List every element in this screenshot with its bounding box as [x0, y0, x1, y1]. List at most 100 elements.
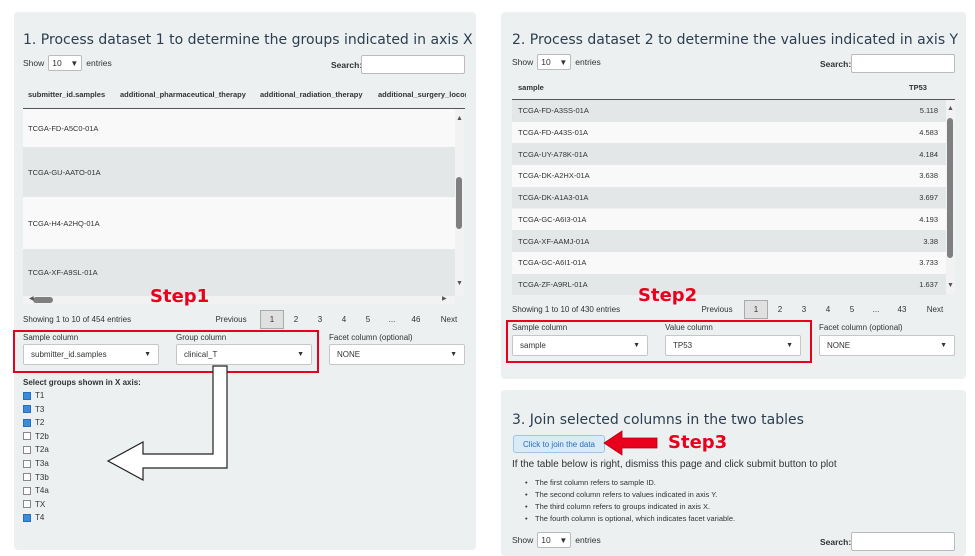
page-button[interactable]: 3 [792, 305, 816, 314]
entries-label: entries [86, 58, 112, 68]
page-button[interactable]: 5 [840, 305, 864, 314]
table-row[interactable]: TCGA-UY-A78K-01A 4.184 [512, 143, 946, 166]
cell-sample: TCGA-ZF-A9RL-01A [518, 279, 588, 289]
group-checkbox-item[interactable]: T2 [23, 418, 44, 427]
scroll-up-icon[interactable]: ▲ [947, 105, 954, 112]
group-checkbox-item[interactable]: T3 [23, 405, 44, 414]
table-row[interactable]: TCGA-DK-A1A3-01A 3.697 [512, 186, 946, 209]
chevron-down-icon: ▼ [70, 58, 79, 68]
table-row[interactable]: TCGA-FD-A43S-01A 4.583 [512, 121, 946, 144]
table-row[interactable]: TCGA-GC-A6I1-01A 3.733 [512, 251, 946, 274]
vertical-scrollbar[interactable] [455, 109, 464, 296]
page-ellipsis: ... [388, 315, 396, 324]
checkbox[interactable] [23, 432, 31, 441]
facet-column-select[interactable]: NONE ▼ [329, 344, 465, 365]
table-row[interactable]: TCGA-XF-AAMJ-01A 3.38 [512, 230, 946, 252]
table-row[interactable]: TCGA-H4-A2HQ-01A [23, 197, 455, 249]
page-button[interactable]: 4 [816, 305, 840, 314]
cell-sample-id: TCGA-GU-AATO-01A [28, 167, 101, 177]
checkbox-label: T4 [35, 513, 45, 523]
column-header[interactable]: additional_radiation_therapy [260, 90, 363, 99]
table-row[interactable]: TCGA-FD-A3SS-01A 5.118 [512, 100, 946, 122]
column-header[interactable]: additional_surgery_locore [378, 90, 466, 99]
previous-button[interactable]: Previous [210, 315, 252, 324]
cell-value: 3.697 [919, 193, 938, 203]
join-data-button[interactable]: Click to join the data [513, 435, 605, 453]
page-button[interactable]: 46 [404, 315, 428, 324]
page-button[interactable]: 4 [332, 315, 356, 324]
checkbox[interactable] [23, 500, 31, 509]
page-button[interactable]: 3 [308, 315, 332, 324]
facet-column-select[interactable]: NONE ▼ [819, 335, 955, 356]
checkbox[interactable] [23, 445, 31, 454]
group-checkbox-item[interactable]: T4a [23, 486, 49, 495]
hscroll-thumb[interactable] [33, 297, 53, 303]
horizontal-scrollbar[interactable] [23, 296, 455, 304]
column-header[interactable]: additional_pharmaceutical_therapy [120, 90, 246, 99]
next-button[interactable]: Next [916, 305, 954, 314]
checkbox[interactable] [23, 473, 31, 482]
panel3-search-input[interactable] [851, 532, 955, 551]
checkbox-label: T1 [35, 391, 45, 400]
checkbox[interactable] [23, 486, 31, 495]
page-length-select[interactable]: 10 ▼ [537, 54, 572, 70]
group-checkbox-item[interactable]: T4 [23, 513, 44, 522]
page-button-current[interactable]: 1 [260, 310, 284, 329]
column-header-value[interactable]: TP53 [909, 83, 927, 92]
step2-label: Step2 [638, 285, 698, 306]
table-info: Showing 1 to 10 of 454 entries [23, 315, 132, 324]
next-button[interactable]: Next [428, 315, 470, 324]
table-row[interactable]: TCGA-GC-A6I3-01A 4.193 [512, 208, 946, 231]
scroll-right-icon[interactable]: ▶ [442, 295, 447, 302]
cell-sample: TCGA-FD-A43S-01A [518, 128, 589, 138]
table-row[interactable]: TCGA-ZF-A9RL-01A 1.637 [512, 273, 946, 296]
show-label: Show [23, 58, 45, 68]
scroll-up-icon[interactable]: ▲ [456, 115, 463, 122]
scrollbar-thumb[interactable] [947, 118, 953, 258]
table-row[interactable]: TCGA-XF-A9SL-01A [23, 249, 455, 296]
group-checkbox-item[interactable]: T3a [23, 459, 49, 468]
column-header-sample[interactable]: sample [518, 83, 544, 92]
groups-title: Select groups shown in X axis: [23, 378, 141, 387]
table-row[interactable]: TCGA-FD-A5C0-01A [23, 109, 455, 147]
cell-sample: TCGA-UY-A78K-01A [518, 149, 588, 159]
checkbox[interactable] [23, 391, 31, 400]
page-button[interactable]: 2 [768, 305, 792, 314]
scrollbar-thumb[interactable] [456, 177, 462, 229]
table-row[interactable]: TCGA-DK-A2HX-01A 3.638 [512, 165, 946, 187]
facet-column-label: Facet column (optional) [819, 323, 903, 332]
checkbox[interactable] [23, 513, 31, 522]
scroll-down-icon[interactable]: ▼ [456, 280, 463, 287]
panel3-length-control: Show 10 ▼ entries [512, 532, 601, 548]
panel2-search-input[interactable] [851, 54, 955, 73]
checkbox-label: TX [35, 499, 46, 509]
scroll-down-icon[interactable]: ▼ [947, 282, 954, 289]
instruction-text: If the table below is right, dismiss thi… [512, 459, 837, 470]
step2-highlight-box [506, 320, 812, 363]
page-length-select[interactable]: 10 ▼ [48, 55, 83, 71]
page-button[interactable]: 43 [888, 305, 916, 314]
scroll-left-icon[interactable]: ◀ [29, 295, 34, 302]
page-length-select[interactable]: 10 ▼ [537, 532, 572, 548]
page-button[interactable]: 2 [284, 315, 308, 324]
previous-button[interactable]: Previous [696, 305, 738, 314]
group-checkbox-item[interactable]: TX [23, 500, 45, 509]
entries-label: entries [575, 57, 601, 67]
panel1-search-input[interactable] [361, 55, 465, 74]
group-checkbox-item[interactable]: T2b [23, 432, 49, 441]
group-checkbox-item[interactable]: T3b [23, 473, 49, 482]
group-checkbox-item[interactable]: T2a [23, 445, 49, 454]
column-header[interactable]: submitter_id.samples [28, 90, 105, 99]
checkbox[interactable] [23, 418, 31, 427]
search-label: Search: [331, 60, 363, 70]
vertical-scrollbar[interactable] [946, 100, 955, 294]
table-row[interactable]: TCGA-GU-AATO-01A [23, 147, 455, 197]
step1-highlight-box [13, 330, 319, 373]
page-button-current[interactable]: 1 [744, 300, 768, 319]
bullet-item: The third column refers to groups indica… [525, 502, 710, 511]
group-checkbox-item[interactable]: T1 [23, 391, 44, 400]
checkbox[interactable] [23, 459, 31, 468]
checkbox[interactable] [23, 405, 31, 414]
page-button[interactable]: 5 [356, 315, 380, 324]
cell-value: 1.637 [919, 279, 938, 289]
